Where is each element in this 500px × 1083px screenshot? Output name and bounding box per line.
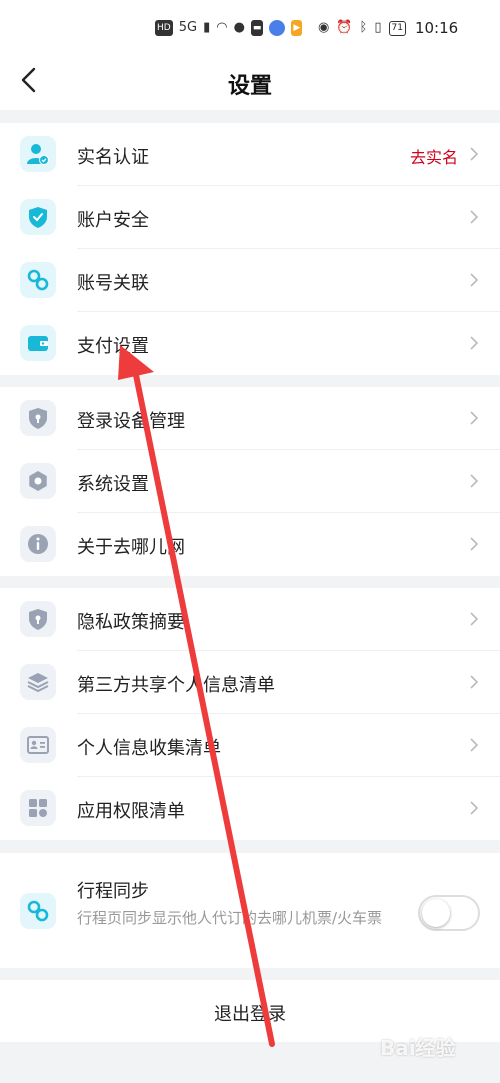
alarm-icon: ⏰ <box>336 20 353 35</box>
chevron-right-icon <box>470 612 479 626</box>
settings-item-itinerary-sync: 行程同步 行程页同步显示他人代订的去哪儿机票/火车票 <box>0 853 500 968</box>
battery-icon: 71 <box>388 20 406 36</box>
settings-item-privacy-summary[interactable]: 隐私政策摘要 <box>0 588 500 651</box>
user-verified-icon <box>20 136 56 172</box>
settings-item-label: 应用权限清单 <box>77 801 185 822</box>
grid-icon <box>20 790 56 826</box>
settings-item-label: 系统设置 <box>77 474 149 495</box>
settings-item-account-link[interactable]: 账号关联 <box>0 249 500 312</box>
system-group: 登录设备管理 系统设置 关于去哪儿网 <box>0 387 500 576</box>
wifi-icon: ◠ <box>216 20 228 35</box>
chevron-right-icon <box>470 675 479 689</box>
settings-item-label: 个人信息收集清单 <box>77 738 221 759</box>
watermark-logo: Bai经验 <box>380 1036 456 1060</box>
chevron-right-icon <box>470 273 479 287</box>
chevron-right-icon <box>470 147 479 161</box>
settings-item-payment[interactable]: 支付设置 <box>0 312 500 375</box>
mail-icon: ▬ <box>250 20 264 36</box>
status-bar: HD 5G ▮ ◠ ● ▬ ▶ ◉ ⏰ ᛒ ▯ 71 10:16 <box>0 0 500 56</box>
status-time: 10:16 <box>414 19 459 37</box>
verify-now-link[interactable]: 去实名 <box>410 144 458 168</box>
chevron-right-icon <box>470 210 479 224</box>
chevron-right-icon <box>470 474 479 488</box>
link-icon <box>20 893 56 929</box>
settings-item-label: 登录设备管理 <box>77 411 185 432</box>
chevron-right-icon <box>470 336 479 350</box>
logout-label: 退出登录 <box>214 1004 286 1025</box>
itinerary-sync-section: 行程同步 行程页同步显示他人代订的去哪儿机票/火车票 <box>0 853 500 968</box>
sync-title: 行程同步 <box>77 881 149 902</box>
gear-icon <box>20 463 56 499</box>
chevron-right-icon <box>470 738 479 752</box>
settings-item-label: 账户安全 <box>77 210 149 231</box>
sync-description: 行程页同步显示他人代订的去哪儿机票/火车票 <box>77 909 383 927</box>
shield-check-icon <box>20 199 56 235</box>
hd-badge: HD <box>155 20 173 36</box>
settings-item-third-party-sharing[interactable]: 第三方共享个人信息清单 <box>0 651 500 714</box>
video-icon: ▶ <box>291 20 303 36</box>
bluetooth-icon: ᛒ <box>359 20 368 35</box>
layers-icon <box>20 664 56 700</box>
settings-item-label: 第三方共享个人信息清单 <box>77 675 275 696</box>
settings-item-device-management[interactable]: 登录设备管理 <box>0 387 500 450</box>
chat-icon: ● <box>233 20 245 35</box>
chevron-right-icon <box>470 537 479 551</box>
network-5g-icon: 5G <box>178 20 198 35</box>
settings-item-label: 支付设置 <box>77 336 149 357</box>
settings-item-label: 隐私政策摘要 <box>77 612 185 633</box>
privacy-shield-icon <box>20 601 56 637</box>
wallet-icon <box>20 325 56 361</box>
info-icon <box>20 526 56 562</box>
itinerary-sync-toggle[interactable] <box>418 895 480 931</box>
device-shield-icon <box>20 400 56 436</box>
chevron-right-icon <box>470 411 479 425</box>
settings-item-app-permissions[interactable]: 应用权限清单 <box>0 777 500 840</box>
page-title: 设置 <box>227 74 272 99</box>
settings-item-real-name[interactable]: 实名认证 去实名 <box>0 123 500 186</box>
privacy-group: 隐私政策摘要 第三方共享个人信息清单 个人信息收集清单 应用权限清单 <box>0 588 500 840</box>
link-icon <box>20 262 56 298</box>
nav-bar: 设置 <box>0 56 500 110</box>
chevron-right-icon <box>470 801 479 815</box>
toggle-knob <box>422 899 450 927</box>
signal-icon: ▮ <box>203 20 211 35</box>
settings-item-account-security[interactable]: 账户安全 <box>0 186 500 249</box>
account-group: 实名认证 去实名 账户安全 账号关联 支付设置 <box>0 123 500 375</box>
settings-item-system-settings[interactable]: 系统设置 <box>0 450 500 513</box>
settings-item-label: 关于去哪儿网 <box>77 537 185 558</box>
settings-item-about[interactable]: 关于去哪儿网 <box>0 513 500 576</box>
vibrate-icon: ▯ <box>374 20 382 35</box>
settings-item-label: 账号关联 <box>77 273 149 294</box>
battery-level: 71 <box>391 22 403 33</box>
eye-icon: ◉ <box>318 20 330 35</box>
id-card-icon <box>20 727 56 763</box>
settings-item-personal-info-collection[interactable]: 个人信息收集清单 <box>0 714 500 777</box>
settings-item-label: 实名认证 <box>77 147 149 168</box>
app-icon <box>269 20 286 36</box>
